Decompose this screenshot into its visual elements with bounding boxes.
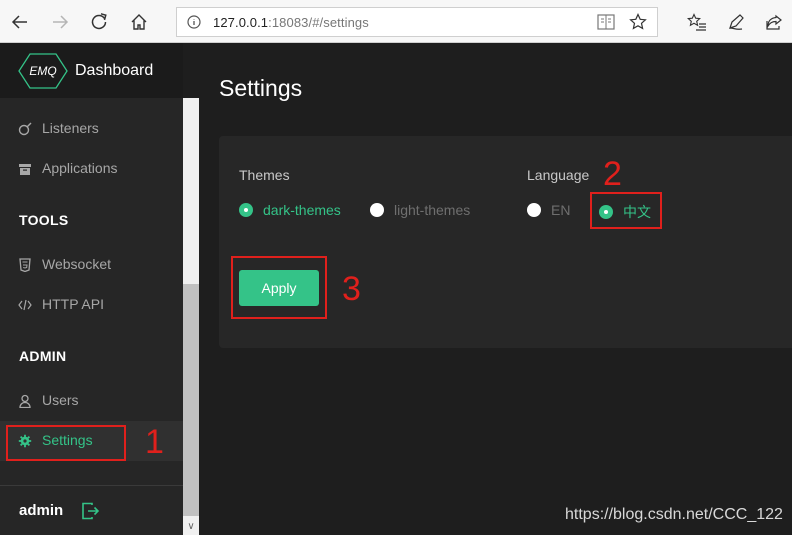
favorites-button[interactable] bbox=[682, 7, 712, 37]
home-button[interactable] bbox=[124, 7, 154, 37]
annotation-number-1: 1 bbox=[145, 423, 164, 461]
emq-logo: EMQ bbox=[18, 53, 68, 89]
radio-dot bbox=[370, 203, 384, 217]
radio-light-themes[interactable]: light-themes bbox=[370, 202, 470, 218]
sidebar-scrollbar[interactable]: ∨ bbox=[183, 98, 199, 535]
sidebar-item-label: HTTP API bbox=[42, 296, 104, 312]
applications-icon bbox=[19, 164, 31, 175]
sidebar-footer: admin bbox=[0, 485, 183, 535]
arrow-left-icon bbox=[11, 15, 27, 29]
code-icon bbox=[18, 299, 32, 311]
sidebar-item-label: Applications bbox=[42, 160, 118, 176]
html5-icon bbox=[19, 258, 31, 272]
radio-dot bbox=[527, 203, 541, 217]
share-icon bbox=[766, 14, 782, 30]
address-bar[interactable]: 127.0.0.1:18083/#/settings bbox=[176, 7, 658, 37]
radio-label: dark-themes bbox=[263, 202, 341, 218]
annotation-number-2: 2 bbox=[603, 155, 622, 193]
back-button[interactable] bbox=[5, 7, 35, 37]
info-icon[interactable] bbox=[187, 15, 201, 29]
radio-label: light-themes bbox=[394, 202, 471, 218]
annotation-box-1 bbox=[6, 425, 126, 461]
share-button[interactable] bbox=[759, 7, 789, 37]
url-path: :18083/#/settings bbox=[268, 15, 369, 30]
scrollbar-thumb[interactable] bbox=[183, 284, 199, 516]
brand[interactable]: EMQ Dashboard bbox=[0, 43, 183, 98]
url-text[interactable]: 127.0.0.1:18083/#/settings bbox=[213, 15, 369, 30]
section-title-tools: TOOLS bbox=[19, 212, 69, 228]
home-icon bbox=[131, 14, 147, 30]
sidebar-item-websocket[interactable]: Websocket bbox=[0, 245, 183, 285]
user-icon bbox=[19, 394, 31, 408]
brand-title: Dashboard bbox=[75, 62, 154, 79]
page-title: Settings bbox=[219, 75, 303, 101]
radio-dot bbox=[239, 203, 253, 217]
forward-button[interactable] bbox=[45, 7, 75, 37]
sidebar-item-label: Users bbox=[42, 392, 79, 408]
logout-icon[interactable] bbox=[81, 502, 99, 520]
sidebar-item-listeners[interactable]: Listeners bbox=[0, 109, 183, 149]
radio-language-en[interactable]: EN bbox=[527, 202, 570, 218]
sidebar-item-applications[interactable]: Applications bbox=[0, 149, 183, 189]
section-title-admin: ADMIN bbox=[19, 348, 67, 364]
favorite-star-icon[interactable] bbox=[629, 13, 647, 31]
arrow-right-icon bbox=[53, 15, 69, 29]
refresh-button[interactable] bbox=[84, 7, 114, 37]
refresh-icon bbox=[91, 13, 107, 30]
annotation-box-2 bbox=[590, 192, 662, 229]
browser-toolbar: 127.0.0.1:18083/#/settings bbox=[0, 0, 792, 43]
watermark-text: https://blog.csdn.net/CCC_122 bbox=[565, 506, 783, 523]
language-label: Language bbox=[527, 167, 590, 183]
url-host: 127.0.0.1 bbox=[213, 15, 269, 30]
pen-icon bbox=[729, 14, 744, 30]
sidebar-item-http-api[interactable]: HTTP API bbox=[0, 285, 183, 325]
radio-label: EN bbox=[551, 202, 571, 218]
notes-button[interactable] bbox=[721, 7, 751, 37]
sidebar-item-label: Listeners bbox=[42, 120, 99, 136]
current-user: admin bbox=[19, 502, 64, 519]
reading-view-icon[interactable] bbox=[597, 14, 615, 30]
scroll-down-arrow-icon[interactable]: ∨ bbox=[183, 519, 199, 535]
radio-dark-themes[interactable]: dark-themes bbox=[239, 202, 341, 218]
annotation-box-3 bbox=[231, 256, 327, 319]
favorites-list-icon bbox=[687, 13, 706, 31]
sidebar-item-users[interactable]: Users bbox=[0, 381, 183, 421]
listeners-icon bbox=[18, 122, 32, 136]
annotation-number-3: 3 bbox=[342, 270, 361, 308]
sidebar-item-label: Websocket bbox=[42, 256, 111, 272]
logo-text: EMQ bbox=[29, 64, 56, 78]
themes-label: Themes bbox=[239, 167, 290, 183]
